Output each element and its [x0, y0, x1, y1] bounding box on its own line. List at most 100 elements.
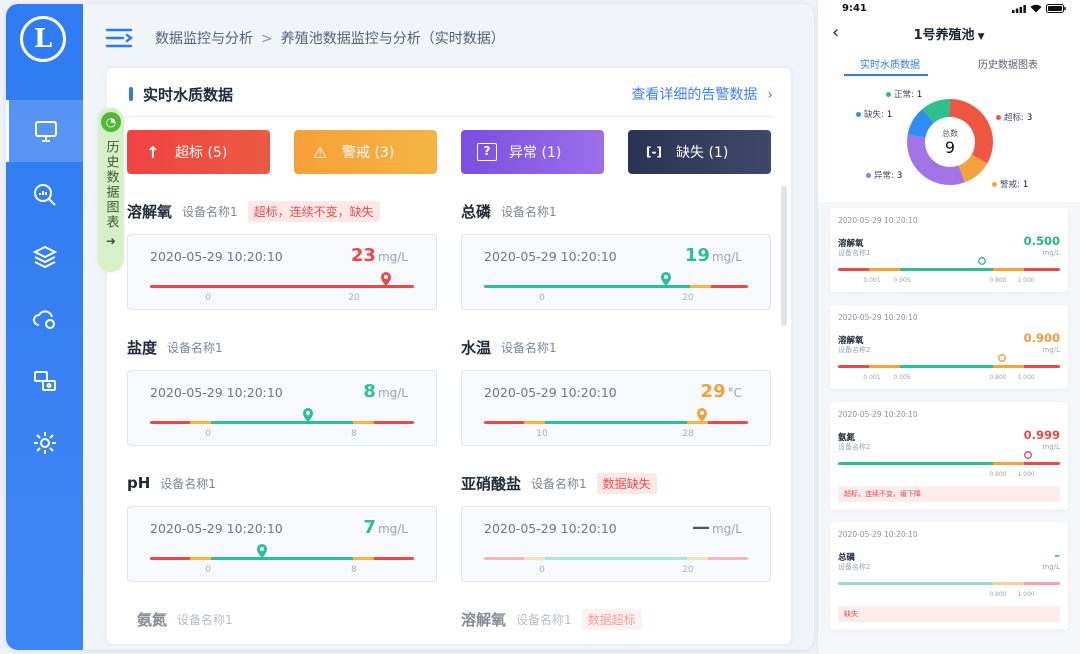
sensor-value: — mg/L [691, 517, 742, 538]
sensor-time: 2020-05-29 10:20:10 [484, 521, 617, 536]
tick-label: 0.005 [893, 277, 911, 284]
sensor-dissolved-oxygen-2[interactable]: 溶解氧 设备名称1 数据超标 [461, 608, 771, 630]
scrollbar[interactable] [781, 186, 787, 326]
filter-over-limit-button[interactable]: ↑ 超标 (5) [127, 130, 270, 174]
pond-selector[interactable]: 1号养殖池 ▼ [818, 24, 1080, 43]
sensor-device: 设备名称1 [516, 612, 572, 627]
sensor-name: 溶解氧 [461, 610, 507, 629]
range-min-label: 0 [205, 429, 211, 439]
sensor-total-phosphorus[interactable]: 总磷 设备名称1 2020-05-29 10:20:10 19 mg/L 0 20 [461, 200, 771, 310]
title-marker [129, 87, 133, 101]
range-max-label: 28 [682, 429, 694, 439]
gear-icon [33, 432, 56, 454]
sensor-name: 亚硝酸盐 [461, 474, 522, 493]
sensor-water-temperature[interactable]: 水温 设备名称1 2020-05-29 10:20:10 29 °C 10 28 [461, 336, 771, 446]
search-chart-icon [33, 184, 56, 206]
monitor-icon [35, 121, 57, 142]
panel-title: 实时水质数据 [143, 86, 234, 104]
sensor-value: 7 mg/L [363, 517, 408, 538]
sensor-device: 设备名称1 [501, 204, 557, 219]
card-time: 2020-05-29 10:20:10 [838, 410, 918, 419]
range-bar [838, 365, 1060, 368]
range-bar [150, 557, 414, 560]
tick-label: 1.000 [1017, 277, 1035, 284]
range-max-label: 8 [351, 429, 357, 439]
breadcrumb-item-monitor[interactable]: 数据监控与分析 [155, 31, 253, 47]
tick-label: 0.800 [989, 374, 1007, 381]
legend-abnormal: 异常: 3 [866, 169, 902, 181]
range-bar [150, 421, 414, 424]
tick-label: 0.001 [863, 277, 881, 284]
location-pin-icon [998, 354, 1006, 362]
card-unit: mg/L [1042, 346, 1060, 354]
location-pin-icon [1024, 451, 1032, 459]
sidebar-item-cloud[interactable] [6, 288, 83, 350]
sidebar-item-layers[interactable] [6, 226, 83, 288]
range-bar [484, 557, 748, 560]
sensor-value: 19 mg/L [684, 245, 742, 266]
location-pin-icon [697, 408, 707, 422]
tab-realtime[interactable]: 实时水质数据 [860, 56, 920, 71]
sensor-nitrite[interactable]: 亚硝酸盐 设备名称1 数据缺失 2020-05-29 10:20:10 — mg/L … [461, 472, 771, 582]
card-time: 2020-05-29 10:20:10 [838, 216, 918, 225]
filter-abnormal-button[interactable]: ? 异常 (1) [461, 130, 604, 174]
tick-label: 1.000 [1017, 374, 1035, 381]
breadcrumb-item-current: 养殖池数据监控与分析（实时数据） [280, 31, 505, 47]
signal-icon [1012, 4, 1026, 13]
sidebar-item-analysis[interactable] [6, 164, 83, 226]
card-value: 0.999 [1023, 428, 1060, 442]
sensor-device: 设备名称1 [182, 204, 238, 219]
card-time: 2020-05-29 10:20:10 [838, 313, 918, 322]
range-bar [838, 268, 1060, 271]
card-alert: 超标，连续不变，缓下降 [838, 486, 1060, 502]
tab-history[interactable]: 历史数据图表 [978, 56, 1038, 71]
caret-down-icon: ▼ [977, 32, 985, 42]
sensor-salinity[interactable]: 盐度 设备名称1 2020-05-29 10:20:10 8 mg/L 0 8 [127, 336, 437, 446]
arrow-right-icon: ➜ [105, 234, 117, 248]
mobile-header: ‹ 1号养殖池 ▼ 实时水质数据 历史数据图表 [818, 18, 1080, 90]
sensor-device: 设备名称1 [531, 476, 587, 491]
divider [125, 116, 773, 117]
sensor-card-mobile[interactable]: 2020-05-29 10:20:10 溶解氧 设备名称2 0.900 mg/L… [830, 305, 1068, 389]
filter-warning-button[interactable]: ⚠ 警戒 (3) [294, 130, 437, 174]
card-unit: mg/L [1042, 443, 1060, 451]
sensor-alert-tag: 数据缺失 [596, 472, 657, 494]
menu-toggle-icon[interactable] [105, 26, 133, 50]
range-bar [484, 285, 748, 288]
sensor-device: 设备名称1 [160, 476, 216, 491]
sidebar-item-devices[interactable] [6, 350, 83, 412]
filter-missing-button[interactable]: [-] 缺失 (1) [628, 130, 771, 174]
card-value: – [1054, 548, 1060, 562]
sidebar-item-monitor[interactable] [6, 100, 83, 162]
sensor-alert-tag: 数据超标 [581, 608, 642, 630]
view-alerts-link[interactable]: 查看详细的告警数据 › [631, 84, 773, 104]
sensor-card: 2020-05-29 10:20:10 — mg/L 0 20 [461, 506, 771, 582]
card-alert: 缺失 [838, 606, 1060, 622]
sensor-time: 2020-05-29 10:20:10 [150, 249, 283, 264]
warning-icon: ⚠ [312, 142, 328, 162]
sensor-value: 29 °C [700, 381, 742, 402]
sensor-card-mobile[interactable]: 2020-05-29 10:20:10 总磷 设备名称2 – mg/L 0.80… [830, 522, 1068, 630]
history-chart-tab[interactable]: ◔ 历史数据图表 ➜ [98, 108, 124, 272]
sensor-card-mobile[interactable]: 2020-05-29 10:20:10 氨氮 设备名称2 0.999 mg/L … [830, 402, 1068, 510]
card-device: 设备名称2 [838, 346, 871, 354]
card-value: 0.900 [1023, 331, 1060, 345]
card-device: 设备名称1 [838, 249, 871, 257]
range-min-label: 0 [539, 565, 545, 575]
range-min-label: 10 [536, 429, 548, 439]
legend-normal: 正常: 1 [886, 88, 922, 100]
range-min-label: 0 [539, 293, 545, 303]
sidebar-item-settings[interactable] [6, 412, 83, 474]
tick-label: 0.001 [863, 374, 881, 381]
app-logo: L [20, 16, 66, 62]
sensor-card-mobile[interactable]: 2020-05-29 10:20:10 溶解氧 设备名称1 0.500 mg/L… [830, 208, 1068, 292]
sensor-ph[interactable]: pH 设备名称1 2020-05-29 10:20:10 7 mg/L 0 8 [127, 472, 437, 582]
sensor-device: 设备名称1 [167, 340, 223, 355]
sensor-value: 23 mg/L [350, 245, 408, 266]
location-pin-icon [257, 544, 267, 558]
location-pin-icon [381, 272, 391, 286]
sensor-ammonia[interactable]: 氨氮 设备名称1 [137, 608, 447, 630]
sensor-dissolved-oxygen[interactable]: 溶解氧 设备名称1 超标，连续不变，缺失 2020-05-29 10:20:10 2… [127, 200, 437, 310]
location-pin-icon [978, 257, 986, 265]
legend-missing: 缺失: 1 [856, 108, 892, 120]
